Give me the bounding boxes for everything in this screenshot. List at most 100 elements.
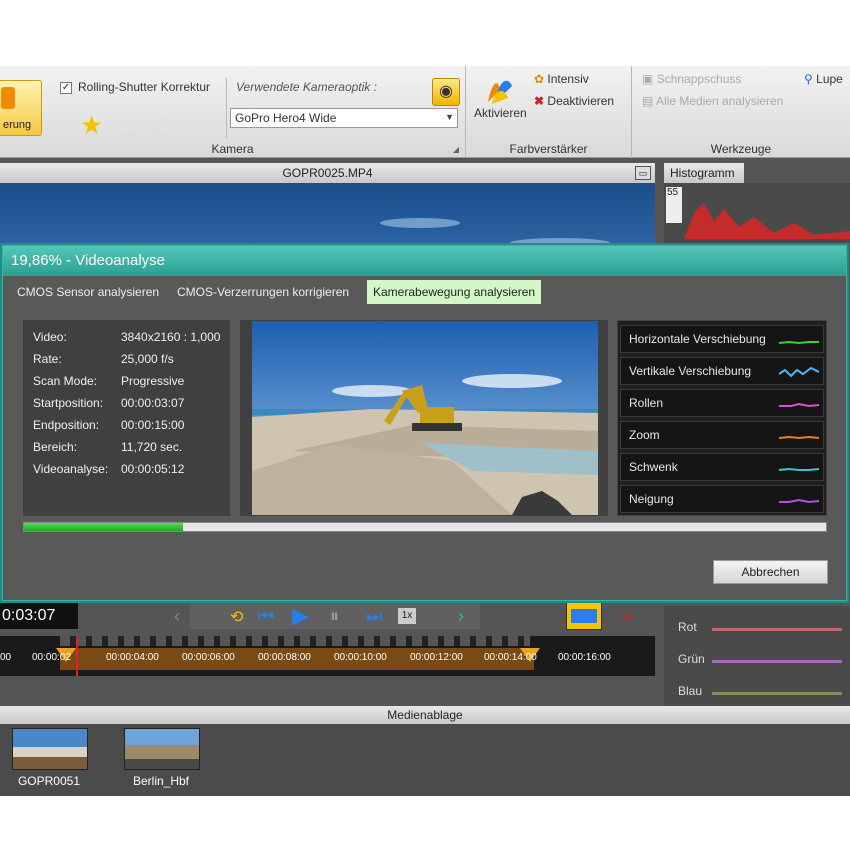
document-tab-title[interactable]: GOPR0025.MP4 [282, 166, 372, 180]
star-icon[interactable]: ★ [116, 110, 139, 141]
video-info-panel: Video: 3840x2160 : 1,000 Rate: 25,000 f/… [23, 320, 230, 516]
timeline-tick: 00:00:14:00 [484, 652, 537, 663]
media-item[interactable]: GOPR0051 [4, 724, 104, 796]
clapperboard-icon[interactable] [566, 602, 602, 630]
app-window: erung ✓ Rolling-Shutter Korrektur ★ ★ ★ … [0, 66, 850, 796]
sparkline-icon [779, 402, 819, 408]
analyze-all-label: Alle Medien analysieren [656, 94, 784, 108]
histogram-panel: 55 [664, 183, 850, 243]
info-label: Scan Mode: [33, 374, 98, 388]
tab-cmos-distortion[interactable]: CMOS-Verzerrungen korrigieren [171, 280, 355, 304]
camera-lens-icon[interactable]: ◉ [432, 78, 460, 106]
analysis-row-horizontal: Horizontale Verschiebung [620, 325, 824, 353]
media-item-name: Berlin_Hbf [132, 774, 190, 788]
maximize-icon[interactable]: ▭ [635, 166, 651, 180]
analysis-progress-bar [23, 522, 827, 532]
red-slider[interactable] [712, 628, 842, 631]
intensiv-label: Intensiv [547, 72, 589, 86]
analysis-row-zoom: Zoom [620, 421, 824, 449]
intensiv-button[interactable]: ✿ Intensiv [534, 72, 589, 86]
scissors-icon[interactable]: ✂ [622, 608, 635, 628]
color-correction-panel: Rot Grün Blau [664, 606, 850, 706]
intensiv-icon: ✿ [534, 72, 545, 86]
snapshot-label: Schnappschuss [656, 72, 742, 86]
histogram-value: 55 [666, 187, 682, 223]
skip-back-icon[interactable]: ⏮ [258, 606, 274, 627]
analysis-label: Vertikale Verschiebung [629, 364, 752, 378]
analyze-all-button[interactable]: ▤ Alle Medien analysieren [642, 94, 783, 108]
info-value: 00:00:05:12 [121, 462, 185, 476]
stabilization-label: erung [3, 119, 32, 131]
analysis-label: Rollen [629, 396, 664, 410]
prev-clip-icon[interactable]: ‹ [174, 606, 180, 627]
next-clip-icon[interactable]: › [458, 606, 464, 627]
skip-forward-icon[interactable]: ⏭ [366, 606, 382, 627]
activate-logo-icon [488, 80, 512, 104]
analysis-label: Zoom [629, 428, 660, 442]
sparkline-icon [779, 340, 819, 345]
tab-histogram[interactable]: Histogramm [664, 163, 744, 183]
info-value: 11,720 sec. [121, 440, 183, 454]
playhead[interactable] [76, 636, 78, 676]
optik-label: Verwendete Kameraoptik : [236, 80, 377, 94]
progress-fill [24, 523, 184, 531]
media-item[interactable]: Berlin_Hbf [116, 724, 216, 796]
magnifier-button[interactable]: ⚲ Lupe [804, 72, 843, 86]
camera-group: erung ✓ Rolling-Shutter Korrektur ★ ★ ★ … [0, 66, 466, 158]
analysis-label: Horizontale Verschiebung [629, 332, 766, 346]
sparkline-icon [779, 467, 819, 471]
info-label: Endposition: [33, 418, 100, 432]
info-value: 00:00:03:07 [121, 396, 185, 410]
info-label: Videoanalyse: [33, 462, 109, 476]
pause-icon[interactable]: ⏸ [330, 606, 339, 627]
optik-select[interactable]: GoPro Hero4 Wide ▼ [230, 108, 458, 128]
magnifier-label: Lupe [816, 72, 843, 86]
stabilization-button[interactable]: erung [0, 80, 42, 136]
info-label: Startposition: [33, 396, 104, 410]
video-frame-image [252, 321, 598, 515]
speed-button[interactable]: 1x [398, 608, 416, 624]
star-icon[interactable]: ★ [80, 110, 103, 141]
color-enhancer-group: Aktivieren ✿ Intensiv ✖ Deaktivieren Far… [466, 66, 632, 158]
timeline-tick: 00 [0, 652, 12, 663]
analysis-row-roll: Rollen [620, 389, 824, 417]
star-icon[interactable]: ★ [152, 110, 175, 141]
info-label: Video: [33, 330, 67, 344]
dialog-title: 19,86% - Videoanalyse [3, 246, 846, 276]
histogram-graph [684, 203, 850, 239]
red-label: Rot [678, 620, 697, 634]
timeline-tick: 00:00:02 [32, 652, 71, 663]
tab-cmos-sensor[interactable]: CMOS Sensor analysieren [11, 280, 165, 304]
dialog-launcher-icon[interactable]: ◢ [453, 145, 459, 154]
media-tray: GOPR0051 Berlin_Hbf [0, 724, 850, 796]
blue-slider[interactable] [712, 692, 842, 695]
optik-selected-value: GoPro Hero4 Wide [235, 111, 337, 125]
info-label: Bereich: [33, 440, 78, 454]
analysis-label: Schwenk [629, 460, 678, 474]
snapshot-button[interactable]: ▣ Schnappschuss [642, 72, 741, 86]
timeline-tick: 00:00:10:00 [334, 652, 387, 663]
activate-button[interactable]: Aktivieren [474, 106, 527, 120]
motion-analysis-panel: Horizontale Verschiebung Vertikale Versc… [617, 320, 827, 516]
loop-icon[interactable]: ⟲ [230, 607, 243, 627]
cancel-button[interactable]: Abbrechen [713, 560, 828, 584]
tab-camera-motion[interactable]: Kamerabewegung analysieren [367, 280, 542, 304]
info-value: 25,000 f/s [121, 352, 174, 366]
analysis-row-pan: Schwenk [620, 453, 824, 481]
analysis-row-vertical: Vertikale Verschiebung [620, 357, 824, 385]
deactivate-button[interactable]: ✖ Deaktivieren [534, 94, 614, 108]
analysis-label: Neigung [629, 492, 674, 506]
rolling-shutter-checkbox[interactable]: ✓ [60, 82, 72, 94]
green-slider[interactable] [712, 660, 842, 663]
analyze-all-icon: ▤ [642, 94, 654, 108]
timeline[interactable]: 00 00:00:02 00:00:04:00 00:00:06:00 00:0… [0, 636, 655, 676]
green-label: Grün [678, 652, 705, 666]
info-value: Progressive [121, 374, 185, 388]
rolling-shutter-label: Rolling-Shutter Korrektur [78, 80, 211, 94]
analysis-row-tilt: Neigung [620, 485, 824, 513]
media-thumbnail [124, 728, 200, 770]
divider [226, 78, 227, 138]
sparkline-icon [779, 435, 819, 440]
play-icon[interactable]: ▶ [292, 603, 309, 629]
timeline-tick: 00:00:04:00 [106, 652, 159, 663]
